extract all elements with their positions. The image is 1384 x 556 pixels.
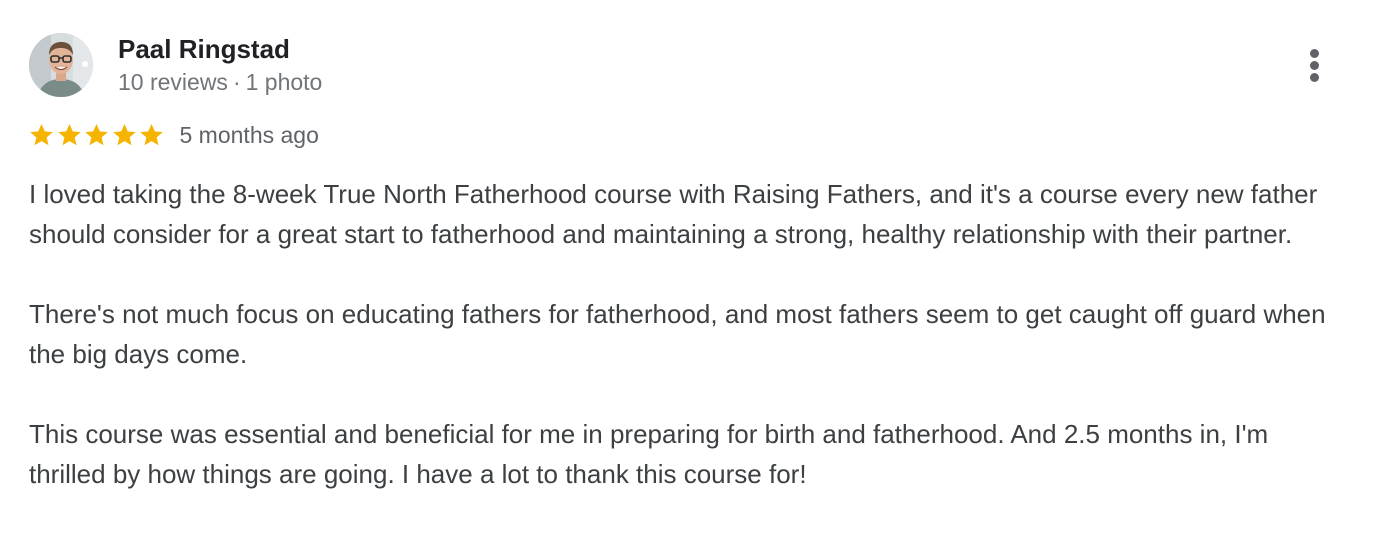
review-paragraph: There's not much focus on educating fath… bbox=[29, 299, 1326, 369]
star-icon bbox=[83, 121, 111, 149]
photos-count[interactable]: 1 photo bbox=[246, 69, 323, 95]
star-icon bbox=[28, 121, 56, 149]
meta-separator: · bbox=[232, 69, 241, 95]
review-paragraph: This course was essential and beneficial… bbox=[29, 419, 1269, 489]
more-dot bbox=[1310, 61, 1319, 70]
avatar-photo-icon bbox=[29, 33, 93, 97]
more-dot bbox=[1310, 73, 1319, 82]
review-text: I loved taking the 8-week True North Fat… bbox=[29, 174, 1349, 494]
rating-row: 5 months ago bbox=[28, 121, 319, 151]
review-card: Paal Ringstad 10 reviews · 1 photo 5 month… bbox=[0, 0, 1384, 556]
star-rating bbox=[28, 121, 166, 149]
review-paragraph: I loved taking the 8-week True North Fat… bbox=[29, 179, 1318, 249]
reviews-count[interactable]: 10 reviews bbox=[118, 69, 228, 95]
star-icon bbox=[56, 121, 84, 149]
star-icon bbox=[138, 121, 166, 149]
more-options-button[interactable] bbox=[1296, 44, 1334, 86]
review-date: 5 months ago bbox=[179, 122, 319, 148]
more-dot bbox=[1310, 49, 1319, 58]
star-icon bbox=[111, 121, 139, 149]
reviewer-avatar[interactable] bbox=[29, 33, 93, 97]
reviewer-meta: 10 reviews · 1 photo bbox=[118, 68, 322, 96]
reviewer-name[interactable]: Paal Ringstad bbox=[118, 33, 290, 65]
